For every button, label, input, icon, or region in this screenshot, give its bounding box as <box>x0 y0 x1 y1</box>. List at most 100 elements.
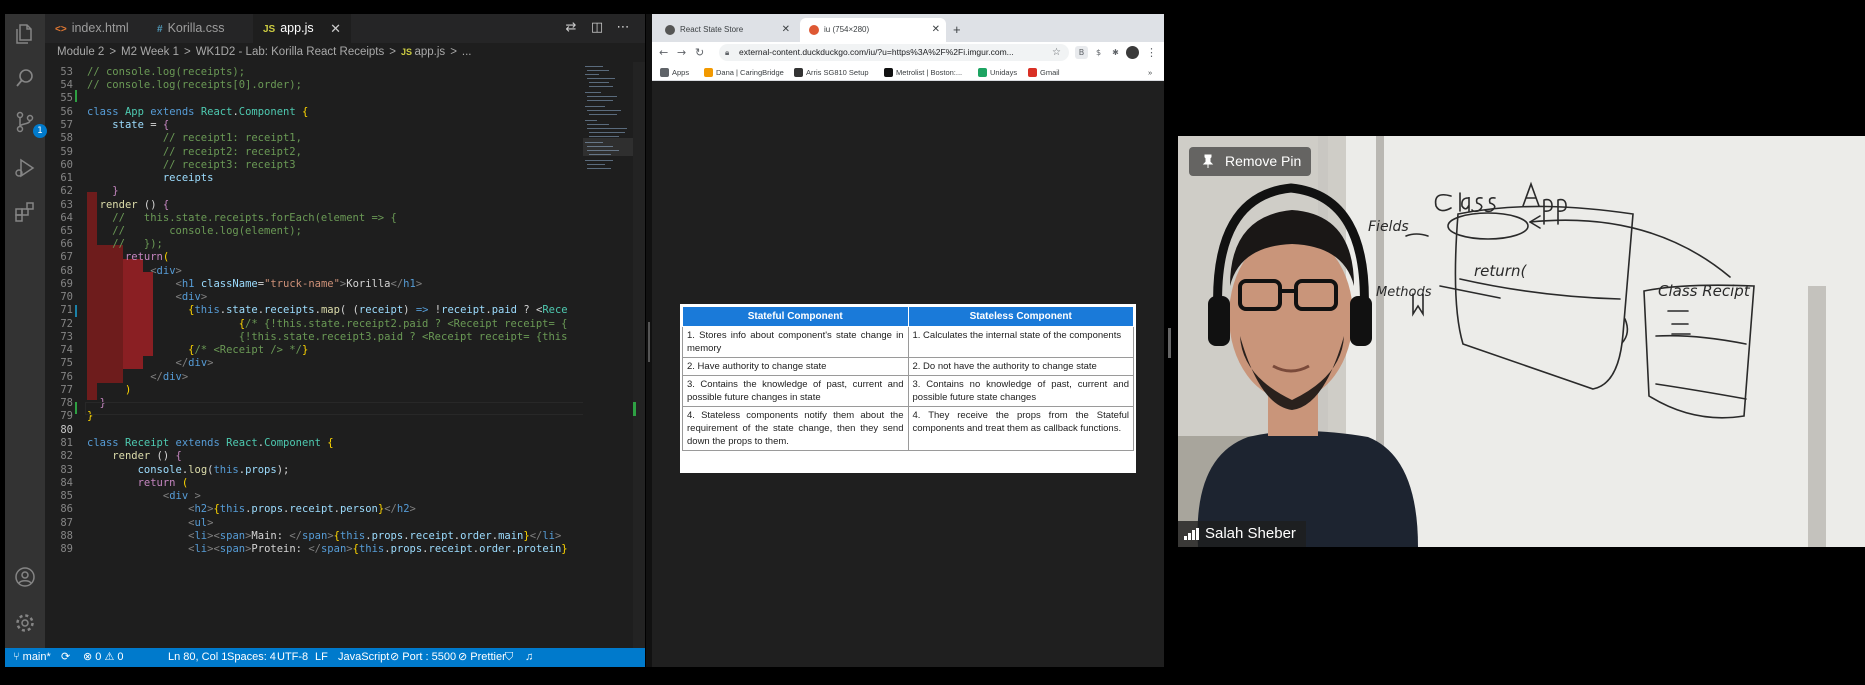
table-header: Stateless Component <box>907 306 1134 327</box>
code-line: // }); <box>112 238 163 250</box>
branch-indicator[interactable]: ⑂ main* <box>13 648 51 667</box>
browser-tab-title: iu (754×280) <box>824 25 870 34</box>
git-branch-icon: ⑂ <box>13 651 23 663</box>
tab-index-html[interactable]: <> index.html <box>45 14 147 43</box>
apps-grid-icon <box>660 68 669 77</box>
current-line-highlight <box>85 402 623 415</box>
line-number: 88 <box>60 530 73 542</box>
line-number: 80 <box>60 424 73 436</box>
accounts-icon[interactable] <box>13 565 37 589</box>
line-number: 86 <box>60 503 73 515</box>
table-cell: 1. Stores info about component's state c… <box>682 326 909 358</box>
table-row: 1. Stores info about component's state c… <box>682 326 1134 358</box>
code-line: <li><span>Main: </span>{this.props.recei… <box>188 530 562 542</box>
comparison-table: Stateful Component Stateless Component 1… <box>682 306 1134 451</box>
tab-korilla-css[interactable]: # Korilla.css <box>147 14 253 43</box>
tab-app-js[interactable]: JS app.js ✕ <box>253 14 351 43</box>
code-line: <div> <box>175 291 208 303</box>
sync-icon[interactable]: ⟳ <box>61 648 70 667</box>
eol-indicator[interactable]: LF <box>315 648 328 667</box>
code-line: class Receipt extends React.Component { <box>87 437 334 449</box>
minimap[interactable] <box>583 62 633 648</box>
explorer-icon[interactable] <box>13 22 37 46</box>
problems-indicator[interactable]: ⊗ 0 ⚠ 0 <box>83 648 123 667</box>
resize-handle[interactable] <box>648 322 650 362</box>
bookmarks-bar: Apps Dana | CaringBridge Arris SG810 Set… <box>652 64 1164 81</box>
code-line: {/* {!this.state.receipt2.paid ? <Receip… <box>238 318 568 330</box>
code-line: {/* <Receipt /> */} <box>188 344 309 356</box>
bookmarks-overflow-icon[interactable]: » <box>1148 64 1152 81</box>
line-number: 78 <box>60 397 73 409</box>
bookmark-star-icon[interactable]: ☆ <box>1052 45 1061 61</box>
prettier-indicator[interactable]: ⊘ Prettier <box>458 648 506 667</box>
code-line: } <box>112 185 119 197</box>
line-number: 89 <box>60 543 73 555</box>
bookmark-item[interactable]: Unidays <box>978 64 1017 81</box>
git-modified-marker <box>75 305 77 317</box>
reload-icon[interactable]: ↻ <box>695 45 704 61</box>
extension-icon[interactable]: B <box>1075 46 1088 59</box>
close-tab-icon[interactable]: ✕ <box>782 18 790 42</box>
breadcrumb-item[interactable]: app.js <box>415 46 446 58</box>
js-file-icon: JS <box>263 24 276 35</box>
language-mode[interactable]: JavaScript <box>338 648 389 667</box>
back-arrow-icon[interactable]: ← <box>659 45 668 61</box>
bookmark-item[interactable]: Dana | CaringBridge <box>704 64 784 81</box>
code-line: {!this.state.receipt3.paid ? <Receipt re… <box>238 331 568 343</box>
line-number: 72 <box>60 318 73 330</box>
line-number: 84 <box>60 477 73 489</box>
code-line: // receipt2: receipt2, <box>162 146 302 158</box>
indentation-indicator[interactable]: Spaces: 4 <box>227 648 276 667</box>
editor-scrollbar[interactable] <box>633 62 645 648</box>
remove-pin-button[interactable]: Remove Pin <box>1189 147 1311 176</box>
bookmark-item[interactable]: Arris SG810 Setup <box>794 64 869 81</box>
html-file-icon: <> <box>55 24 67 35</box>
bookmark-item[interactable]: Gmail <box>1028 64 1060 81</box>
panel-resize-handle[interactable] <box>1168 328 1171 358</box>
profile-avatar[interactable] <box>1126 46 1139 59</box>
forward-arrow-icon[interactable]: → <box>677 45 686 61</box>
browser-tab[interactable]: React State Store ✕ <box>656 18 796 42</box>
code-line: <h1 className="truck-name">Korilla</h1> <box>175 278 423 290</box>
notifications-bell-icon[interactable]: ♫ <box>525 648 533 667</box>
extensions-icon[interactable] <box>13 200 37 224</box>
code-line: state = { <box>112 119 170 131</box>
code-line: </div> <box>175 357 214 369</box>
breadcrumb-item[interactable]: WK1D2 - Lab: Korilla React Receipts <box>196 46 385 58</box>
line-number: 58 <box>60 132 73 144</box>
code-line: // console.log(receipts[0].order); <box>87 79 302 91</box>
browser-tab-active[interactable]: iu (754×280) ✕ <box>800 18 946 42</box>
cursor-position[interactable]: Ln 80, Col 1 <box>168 648 227 667</box>
source-control-icon[interactable]: 1 <box>13 110 47 138</box>
address-toolbar: ← → ↻ 🔒︎ external-content.duckduckgo.com… <box>652 42 1164 64</box>
extension-icon[interactable]: $ <box>1092 46 1105 59</box>
git-added-marker <box>75 90 77 102</box>
bookmark-item[interactable]: Metrolist | Boston:... <box>884 64 962 81</box>
breadcrumb-item[interactable]: Module 2 <box>57 46 104 58</box>
run-debug-icon[interactable] <box>13 156 37 180</box>
line-number: 76 <box>60 371 73 383</box>
settings-gear-icon[interactable] <box>13 611 37 635</box>
chrome-menu-icon[interactable]: ⋮ <box>1146 45 1157 61</box>
search-icon[interactable] <box>13 66 37 90</box>
new-tab-button[interactable]: + <box>953 18 961 42</box>
address-bar[interactable]: 🔒︎ external-content.duckduckgo.com/iu/?u… <box>719 44 1069 61</box>
line-number: 70 <box>60 291 73 303</box>
puzzle-extensions-icon[interactable]: ✱ <box>1109 46 1122 59</box>
breadcrumb-item[interactable]: ... <box>462 46 472 58</box>
comparison-table-image: Stateful Component Stateless Component 1… <box>680 304 1136 473</box>
bookmark-apps[interactable]: Apps <box>660 64 689 81</box>
code-line: <div> <box>150 265 182 277</box>
live-server-port[interactable]: ⊘ Port : 5500 <box>390 648 456 667</box>
activity-bar: 1 <box>5 14 47 648</box>
encoding-indicator[interactable]: UTF-8 <box>277 648 308 667</box>
close-tab-icon[interactable]: ✕ <box>932 18 940 42</box>
split-editor-icon[interactable]: ◫ <box>589 20 605 36</box>
code-editor[interactable]: 53 54 55 56 57 58 59 60 61 62 63 64 65 66 67 68 69 70 71 72… <box>45 62 645 648</box>
feedback-icon[interactable]: ⛉ <box>505 648 513 667</box>
close-tab-icon[interactable]: ✕ <box>330 14 341 43</box>
participant-video-tile[interactable]: Fields Methods return( Class Recipt Remo… <box>1178 136 1865 547</box>
open-changes-icon[interactable]: ⇄ <box>563 20 579 36</box>
more-actions-icon[interactable]: ⋯ <box>615 20 631 36</box>
breadcrumb-item[interactable]: M2 Week 1 <box>121 46 179 58</box>
